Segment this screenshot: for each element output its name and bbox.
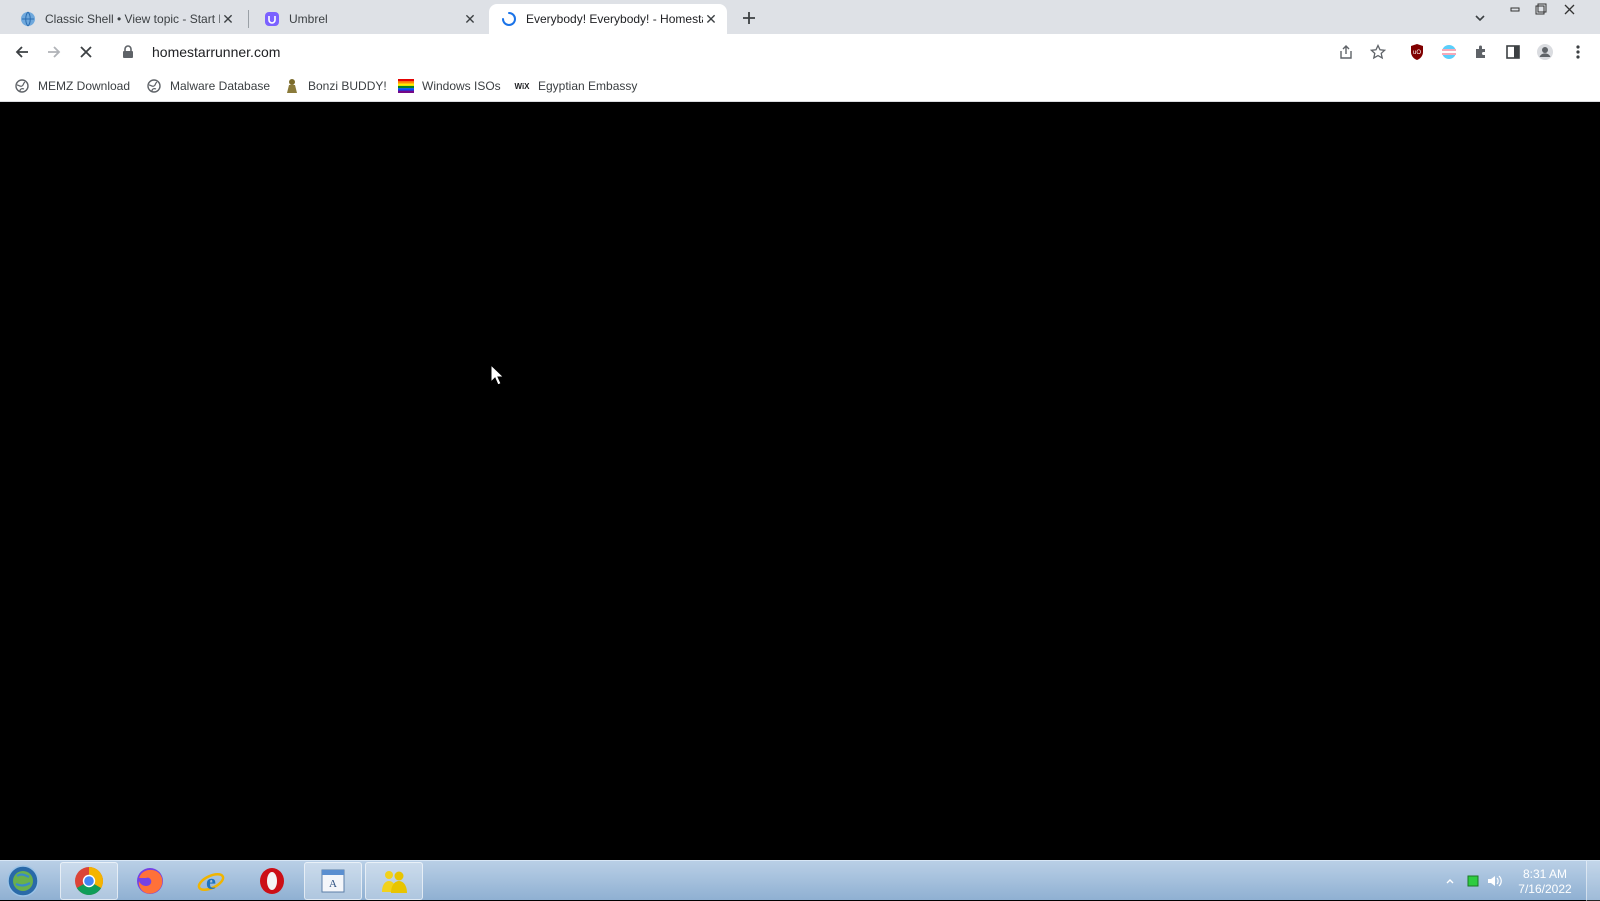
- start-button[interactable]: [6, 864, 40, 898]
- window-controls: [1502, 0, 1584, 18]
- close-icon[interactable]: ✕: [462, 11, 478, 27]
- puzzle-icon: [1476, 45, 1485, 58]
- avatar-icon: [1537, 44, 1553, 60]
- bookmark-label: Malware Database: [170, 79, 271, 93]
- trans-flag-extension-button[interactable]: [1437, 40, 1461, 64]
- rainbow-flag-icon: [398, 78, 414, 94]
- chevron-up-icon: [1446, 879, 1454, 884]
- minimize-button[interactable]: [1502, 0, 1528, 18]
- bookmark-label: Bonzi BUDDY!: [308, 79, 387, 93]
- close-window-button[interactable]: [1554, 0, 1584, 18]
- plus-icon: [743, 12, 755, 24]
- wordpad-icon: A: [321, 869, 345, 893]
- bookmark-label: Windows ISOs: [422, 79, 501, 93]
- taskbar-firefox[interactable]: [121, 862, 179, 900]
- close-icon: [80, 46, 92, 58]
- tab-title: Umbrel: [289, 12, 328, 26]
- tab-title: Classic Shell • View topic - Start Menu: [45, 12, 220, 26]
- back-arrow-icon: [15, 46, 28, 58]
- tab-umbrel[interactable]: Umbrel ✕: [252, 4, 486, 34]
- extensions-button[interactable]: [1469, 40, 1493, 64]
- bookmark-label: Egyptian Embassy: [538, 79, 638, 93]
- side-panel-button[interactable]: [1501, 40, 1525, 64]
- taskbar-msn-messenger[interactable]: [365, 862, 423, 900]
- tab-classic-shell[interactable]: Classic Shell • View topic - Start Menu …: [8, 4, 244, 34]
- bookmark-windows-isos[interactable]: Windows ISOs: [398, 76, 501, 96]
- kebab-menu-icon: [1576, 45, 1580, 59]
- profile-button[interactable]: [1533, 40, 1557, 64]
- tab-separator: [248, 10, 249, 28]
- volume-tray-icon[interactable]: [1484, 874, 1506, 888]
- mouse-cursor-icon: [490, 364, 504, 386]
- tab-search-button[interactable]: [1470, 8, 1490, 28]
- bookmark-memz-download[interactable]: MEMZ Download: [14, 76, 130, 96]
- address-bar[interactable]: [112, 37, 1372, 67]
- show-hidden-icons-button[interactable]: [1442, 878, 1458, 884]
- taskbar-internet-explorer[interactable]: e: [182, 862, 240, 900]
- show-desktop-button[interactable]: [1586, 861, 1600, 901]
- opera-icon: [260, 868, 284, 894]
- bookmark-label: MEMZ Download: [38, 79, 131, 93]
- tab-strip: Classic Shell • View topic - Start Menu …: [0, 0, 1600, 34]
- system-clock[interactable]: 8:31 AM 7/16/2022: [1510, 867, 1580, 897]
- globe-icon: [146, 78, 162, 94]
- star-icon: [1370, 44, 1386, 60]
- svg-text:uO: uO: [1413, 50, 1421, 56]
- taskbar-opera[interactable]: [243, 862, 301, 900]
- bookmark-egyptian-embassy[interactable]: WiX Egyptian Embassy: [514, 76, 637, 96]
- loading-spinner-icon: [501, 11, 517, 27]
- share-icon: [1340, 45, 1352, 59]
- ublock-shield-icon: uO: [1411, 44, 1423, 60]
- svg-text:A: A: [329, 878, 337, 890]
- bookmark-malware-database[interactable]: Malware Database: [146, 76, 270, 96]
- clock-date: 7/16/2022: [1518, 882, 1572, 896]
- globe-shell-icon: [20, 11, 36, 27]
- chrome-icon: [75, 867, 103, 895]
- page-content[interactable]: [0, 102, 1600, 860]
- chevron-down-icon: [1475, 15, 1485, 22]
- firefox-icon: [137, 868, 163, 894]
- tab-title: Everybody! Everybody! - Homestar Runner: [526, 12, 703, 26]
- ublock-extension-button[interactable]: uO: [1405, 40, 1429, 64]
- share-button[interactable]: [1334, 40, 1358, 64]
- network-tray-icon[interactable]: [1462, 875, 1484, 887]
- taskbar-chrome[interactable]: [60, 862, 118, 900]
- umbrel-icon: [264, 11, 280, 27]
- internet-explorer-icon: e: [197, 869, 225, 894]
- windows-taskbar: e A 8:31 AM 7/16/2022: [0, 860, 1600, 901]
- side-panel-icon: [1506, 45, 1520, 59]
- bookmark-star-button[interactable]: [1366, 40, 1390, 64]
- bookmark-bonzi-buddy[interactable]: Bonzi BUDDY!: [284, 76, 387, 96]
- forward-button[interactable]: [42, 40, 66, 64]
- new-tab-button[interactable]: [738, 7, 760, 29]
- clock-time: 8:31 AM: [1522, 867, 1568, 881]
- forward-arrow-icon: [48, 46, 61, 58]
- restore-button[interactable]: [1528, 0, 1554, 18]
- back-button[interactable]: [10, 40, 34, 64]
- menu-button[interactable]: [1566, 40, 1590, 64]
- bonzi-icon: [284, 78, 300, 94]
- lock-icon[interactable]: [120, 44, 136, 60]
- url-input[interactable]: [150, 43, 1054, 61]
- close-icon[interactable]: ✕: [703, 11, 719, 27]
- globe-icon: [14, 78, 30, 94]
- tab-homestar-runner[interactable]: Everybody! Everybody! - Homestar Runner …: [489, 4, 727, 34]
- stop-loading-button[interactable]: [74, 40, 98, 64]
- svg-text:e: e: [206, 869, 216, 894]
- close-icon[interactable]: ✕: [220, 11, 236, 27]
- windows-orb-icon: [7, 865, 39, 897]
- bookmarks-bar: MEMZ Download Malware Database Bonzi BUD…: [0, 70, 1600, 102]
- taskbar-wordpad[interactable]: A: [304, 862, 362, 900]
- system-tray: [1442, 861, 1506, 901]
- msn-messenger-icon: [382, 871, 407, 893]
- trans-flag-icon: [1442, 45, 1456, 59]
- browser-toolbar: uO: [0, 34, 1600, 70]
- wix-icon: WiX: [514, 81, 530, 91]
